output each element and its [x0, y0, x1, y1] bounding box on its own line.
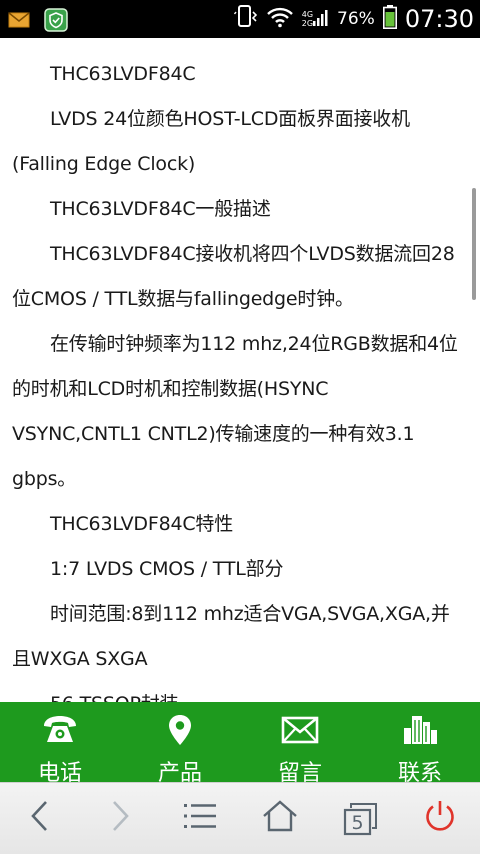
nav-item-products[interactable]: 产品 — [120, 702, 240, 786]
phone-icon — [40, 714, 80, 751]
nav-item-message[interactable]: 留言 — [240, 702, 360, 786]
paragraph: 1:7 LVDS CMOS / TTL部分 — [50, 558, 284, 580]
paragraph: THC63LVDF84C接收机将四个LVDS数据流回28位CMOS / TTL数… — [12, 243, 455, 310]
power-icon — [423, 799, 457, 838]
paragraph: THC63LVDF84C — [50, 63, 196, 85]
mail-icon — [8, 11, 30, 34]
home-icon — [262, 799, 298, 838]
network-type-top: 4G — [301, 10, 314, 19]
tabs-button[interactable]: 5 — [320, 783, 400, 854]
nav-item-contact[interactable]: 联系 — [360, 702, 480, 786]
menu-button[interactable] — [160, 783, 240, 854]
forward-icon — [108, 799, 132, 838]
scrollbar[interactable] — [472, 188, 476, 300]
wifi-icon — [266, 6, 294, 33]
building-icon — [401, 714, 439, 751]
battery-percent: 76% — [337, 9, 375, 29]
power-button[interactable] — [400, 783, 480, 854]
home-button[interactable] — [240, 783, 320, 854]
tabs-icon: 5 — [342, 802, 378, 836]
network-type-bottom: 2G — [301, 19, 314, 28]
back-button[interactable] — [0, 783, 80, 854]
article-viewport[interactable]: THC63LVDF84C LVDS 24位颜色HOST-LCD面板界面接收机(F… — [0, 38, 480, 702]
status-bar: 4G 2G 76% 07:30 — [0, 0, 480, 38]
clock: 07:30 — [404, 5, 474, 33]
paragraph: THC63LVDF84C一般描述 — [50, 198, 271, 220]
battery-icon — [382, 4, 397, 34]
forward-button[interactable] — [80, 783, 160, 854]
bottom-nav: 电话 产品 留言 联系 — [0, 702, 480, 786]
paragraph: THC63LVDF84C特性 — [50, 513, 234, 535]
shield-app-icon — [44, 8, 68, 37]
network-type: 4G 2G — [302, 10, 313, 28]
tab-count: 5 — [351, 811, 364, 834]
location-pin-icon — [165, 714, 195, 751]
paragraph: 时间范围:8到112 mhz适合VGA,SVGA,XGA,并且WXGA SXGA — [12, 603, 450, 670]
envelope-icon — [281, 714, 319, 751]
notification-icons — [8, 8, 68, 37]
article-body: THC63LVDF84C LVDS 24位颜色HOST-LCD面板界面接收机(F… — [12, 52, 462, 702]
browser-toolbar: 5 — [0, 782, 480, 854]
system-status: 4G 2G 76% 07:30 — [233, 0, 474, 38]
paragraph: 56 TSSOP封装 — [12, 682, 462, 702]
nav-item-phone[interactable]: 电话 — [0, 702, 120, 786]
back-icon — [28, 799, 52, 838]
paragraph: LVDS 24位颜色HOST-LCD面板界面接收机(Falling Edge C… — [12, 108, 410, 175]
vibrate-icon — [233, 4, 258, 35]
signal-icon — [313, 8, 329, 31]
menu-icon — [183, 801, 217, 836]
paragraph: 在传输时钟频率为112 mhz,24位RGB数据和4位的时机和LCD时机和控制数… — [12, 333, 458, 490]
